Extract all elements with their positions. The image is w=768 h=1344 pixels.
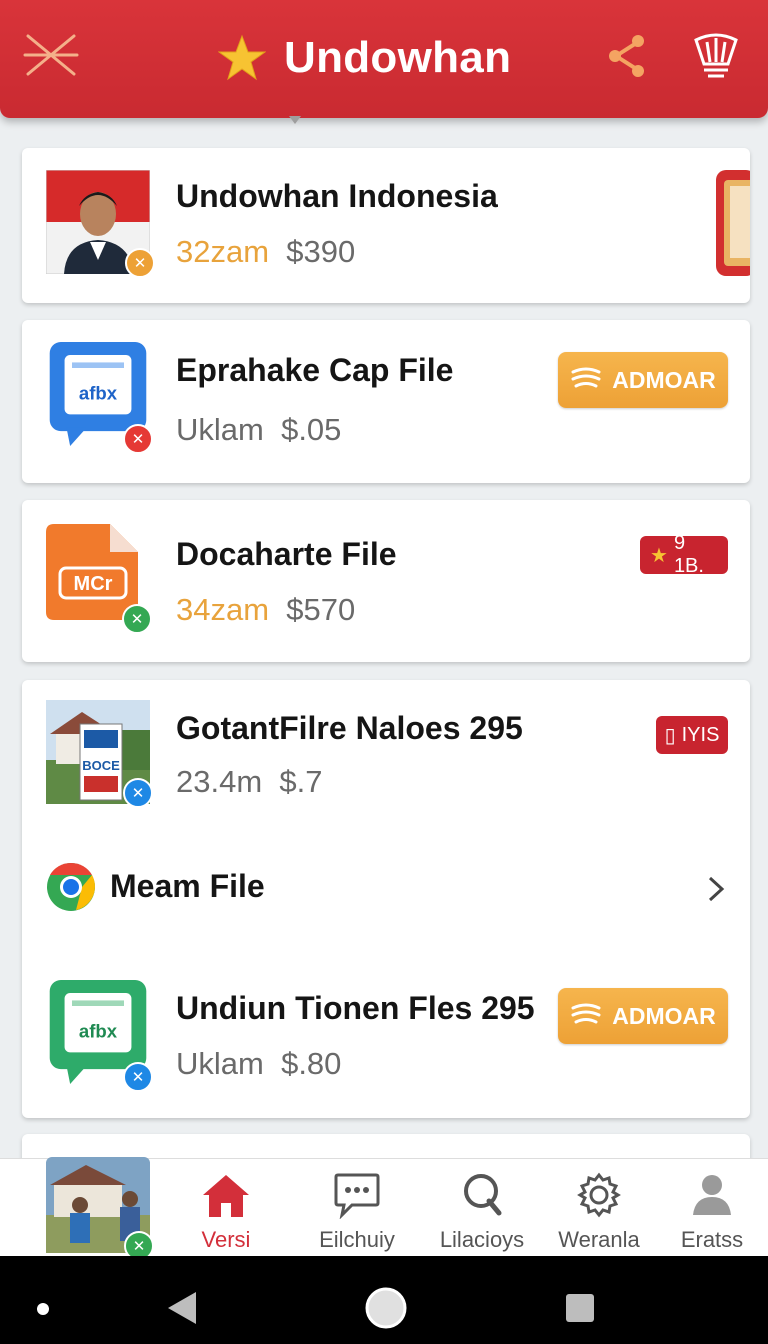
app-title: Undowhan: [284, 33, 512, 82]
battery-icon: ▯: [664, 724, 676, 747]
item-time: 23.4m: [176, 764, 263, 799]
status-badge: ▯ IYIS: [656, 716, 728, 754]
share-icon[interactable]: [604, 32, 650, 80]
pin-icon: ✕: [123, 1062, 153, 1092]
item-meta: 34zam $570: [176, 592, 355, 628]
item-meta: 23.4m $.7: [176, 764, 323, 800]
nav-chat[interactable]: Eilchuiy: [302, 1159, 412, 1257]
app-title-group: Undowhan: [218, 30, 511, 86]
item-price: $390: [286, 234, 356, 269]
nav-versi[interactable]: Versi: [184, 1159, 268, 1257]
star-icon: ★: [650, 544, 668, 567]
tools-icon: ✕: [125, 248, 155, 278]
item-meta: Uklam $.80: [176, 1046, 341, 1082]
thumb-text: afbx: [79, 1021, 118, 1042]
list-item[interactable]: MCr ✕ Docaharte File 34zam $570 ★ 9 1B.: [22, 500, 750, 662]
list-item[interactable]: ✕ Undowhan Indonesia 32zam $390: [22, 148, 750, 303]
gear-icon: [577, 1172, 621, 1218]
nav-label: Eratss: [680, 1227, 744, 1252]
admoar-button[interactable]: ADMOAR: [558, 988, 728, 1044]
nav-label: Lilacioys: [439, 1227, 525, 1252]
user-icon: [693, 1175, 731, 1215]
status-badge: ★ 9 1B.: [640, 532, 728, 577]
dot-icon: [37, 1303, 49, 1315]
nav-settings[interactable]: Weranla: [552, 1159, 646, 1257]
item-price: $.80: [281, 1046, 342, 1081]
list-item[interactable]: afbx ✕ Eprahake Cap File Uklam $.05 ADMO…: [22, 320, 750, 483]
cup-icon[interactable]: [692, 30, 740, 82]
item-meta: 32zam $390: [176, 234, 355, 270]
nav-label: Weranla: [558, 1227, 640, 1252]
item-meta: Uklam $.05: [176, 412, 341, 448]
app-bar: Undowhan: [0, 0, 768, 118]
nav-label: Versi: [201, 1227, 251, 1252]
pin-icon: ✕: [122, 604, 152, 634]
home-button-icon[interactable]: [364, 1286, 408, 1330]
home-icon: [203, 1175, 249, 1217]
chrome-icon: [47, 862, 95, 911]
waves-icon: [571, 367, 601, 388]
nav-search[interactable]: Lilacioys: [430, 1159, 534, 1257]
item-price: $570: [286, 592, 356, 627]
admoar-label: ADMOAR: [612, 366, 716, 393]
item-title: Undowhan Indonesia: [176, 178, 498, 214]
item-price: $.7: [279, 764, 323, 799]
waves-icon: [571, 1003, 601, 1024]
sparkle-menu-icon[interactable]: [22, 30, 80, 80]
list-group: BOCE ✕ GotantFilre Naloes 295 23.4m $.7 …: [22, 680, 750, 1118]
system-navigation-bar: [0, 1256, 768, 1344]
recents-icon[interactable]: [564, 1292, 596, 1324]
thumb-text: BOCE: [82, 758, 120, 773]
header-notch: [289, 116, 301, 124]
nav-profile[interactable]: Eratss: [674, 1159, 750, 1257]
status-badge-label: IYIS: [681, 723, 720, 746]
back-icon[interactable]: [166, 1290, 200, 1326]
status-badge-label: 9 1B.: [673, 532, 704, 577]
item-title: Docaharte File: [176, 536, 397, 572]
item-title: Undiun Tionen Fles 295: [176, 990, 535, 1026]
overflow-thumb: [716, 170, 750, 276]
search-icon: [464, 1174, 502, 1216]
thumb-text: MCr: [74, 573, 113, 595]
admoar-label: ADMOAR: [612, 1002, 716, 1029]
pin-icon: ✕: [123, 778, 153, 808]
star-icon: [218, 34, 266, 81]
item-time: Uklam: [176, 1046, 264, 1081]
item-time: 34zam: [176, 592, 270, 627]
chevron-right-icon[interactable]: [706, 874, 728, 904]
thumb-text: afbx: [79, 383, 118, 404]
item-title: Eprahake Cap File: [176, 352, 454, 388]
item-title: GotantFilre Naloes 295: [176, 710, 523, 746]
list-item[interactable]: Meam File: [22, 840, 750, 940]
list-item[interactable]: afbx ✕ Undiun Tionen Fles 295 Uklam $.80…: [22, 970, 750, 1118]
admoar-button[interactable]: ADMOAR: [558, 352, 728, 408]
item-time: 32zam: [176, 234, 270, 269]
pin-icon: ✕: [123, 424, 153, 454]
mcr-file-icon: MCr: [46, 524, 138, 620]
bottom-navigation: ✕ Versi Eilchuiy Lilacioys Weranla Erats…: [0, 1157, 768, 1261]
list-item[interactable]: BOCE ✕ GotantFilre Naloes 295 23.4m $.7 …: [22, 680, 750, 820]
item-time: Uklam: [176, 412, 264, 447]
chat-icon: [334, 1173, 380, 1219]
item-price: $.05: [281, 412, 342, 447]
item-title: Meam File: [110, 868, 265, 904]
nav-label: Eilchuiy: [319, 1227, 395, 1252]
